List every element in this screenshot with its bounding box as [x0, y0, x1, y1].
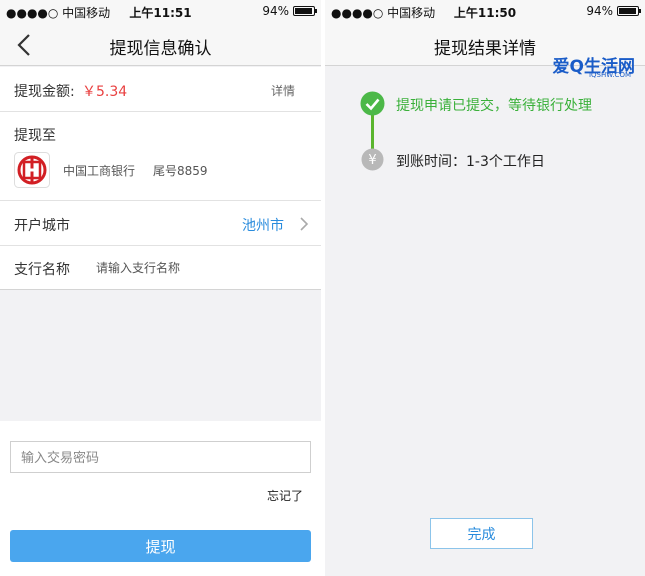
- detail-link[interactable]: 详情: [271, 82, 295, 99]
- city-value[interactable]: 池州市: [242, 215, 284, 235]
- forgot-password-link[interactable]: 忘记了: [267, 487, 303, 504]
- withdraw-button[interactable]: 提现: [10, 530, 311, 562]
- battery-percent: 94%: [586, 4, 613, 18]
- step-connector: [371, 111, 374, 153]
- card-tail: 尾号8859: [153, 164, 208, 178]
- status-bar: ●●●●○ 中国移动 上午11:51 94%: [0, 0, 321, 24]
- withdraw-to-label: 提现至: [14, 128, 56, 144]
- amount-label: 提现金额:: [14, 84, 75, 100]
- branch-input[interactable]: [96, 255, 296, 281]
- svg-text:¥: ¥: [368, 153, 376, 168]
- battery-indicator: 94%: [586, 4, 641, 18]
- yen-circle-icon: ¥: [361, 148, 384, 171]
- amount-row: 提现金额: ￥5.34 详情: [0, 67, 321, 112]
- city-row[interactable]: 开户城市 池州市: [0, 201, 321, 246]
- step-submitted-text: 提现申请已提交，等待银行处理: [396, 98, 592, 114]
- withdraw-confirm-screen: ●●●●○ 中国移动 上午11:51 94% 提现信息确认 提现金额: ￥5.3…: [0, 0, 321, 576]
- bank-name: 中国工商银行: [63, 164, 136, 178]
- nav-bar: 提现信息确认: [0, 24, 321, 66]
- check-circle-icon: [360, 91, 385, 116]
- status-bar: ●●●●○ 中国移动 上午11:50 94%: [325, 0, 645, 24]
- page-title: 提现信息确认: [109, 39, 212, 59]
- battery-indicator: 94%: [262, 4, 317, 18]
- amount-value: ￥5.34: [82, 84, 128, 100]
- step-arrival-text: 到账时间：1-3个工作日: [396, 154, 545, 170]
- withdraw-result-screen: ●●●●○ 中国移动 上午11:50 94% 提现结果详情 爱Q生活网 IQSH…: [325, 0, 645, 576]
- password-field[interactable]: [10, 441, 311, 473]
- city-label: 开户城市: [14, 218, 70, 234]
- brand-url: IQSHW.COM: [588, 71, 631, 79]
- battery-percent: 94%: [262, 4, 289, 18]
- battery-icon: [617, 6, 641, 16]
- battery-icon: [293, 6, 317, 16]
- icbc-logo-icon: [14, 152, 50, 188]
- branch-label: 支行名称: [14, 262, 70, 278]
- bank-card-row: 提现至 中国工商银行 尾号8859: [0, 112, 321, 201]
- chevron-right-icon: [300, 217, 309, 231]
- branch-row: 支行名称: [0, 246, 321, 290]
- password-panel: 忘记了 提现: [0, 421, 321, 576]
- done-button[interactable]: 完成: [430, 518, 533, 549]
